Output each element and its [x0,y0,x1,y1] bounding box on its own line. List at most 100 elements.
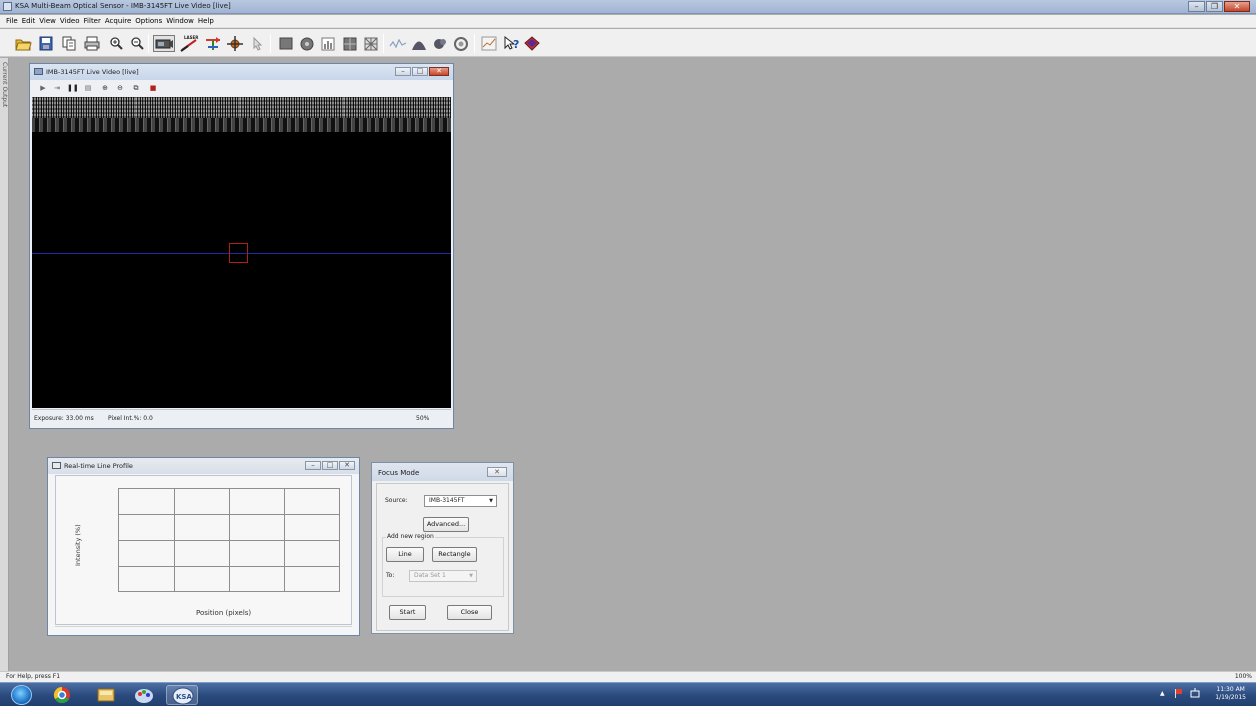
source-label: Source: [385,497,408,504]
paint-taskbar-button[interactable] [128,685,160,705]
chart-icon[interactable] [480,35,498,52]
chrome-taskbar-button[interactable] [46,685,78,705]
video-toolbar: ▶ ⇥ ❚❚ ▤ ⊕ ⊖ ⧉ ■ [30,80,453,96]
snapshot-icon[interactable]: ⧉ [131,83,141,93]
save-icon[interactable] [37,35,55,52]
menu-edit[interactable]: Edit [22,15,40,27]
close-button[interactable]: ✕ [429,67,449,76]
svg-text:KSA: KSA [176,693,192,701]
toolbar: LASER ? [0,29,1256,57]
grid-line [119,514,339,515]
menu-video[interactable]: Video [60,15,84,27]
focus-mode-body: Source: IMB-3145FT ▼ Advanced... Add new… [376,483,509,631]
source-select[interactable]: IMB-3145FT ▼ [424,495,497,507]
menu-view[interactable]: View [39,15,60,27]
zoom-out-icon[interactable] [128,35,146,52]
restore-icon: ❐ [1210,2,1219,11]
pause-icon[interactable]: ❚❚ [67,83,79,93]
book-icon[interactable] [523,35,541,52]
ksa-taskbar-button[interactable]: KSA [166,685,198,705]
menu-help[interactable]: Help [198,15,218,27]
circle-icon[interactable] [298,35,316,52]
profile-icon [52,462,61,469]
advanced-button[interactable]: Advanced... [423,517,469,532]
to-label: To: [386,572,395,579]
flag-icon[interactable] [1174,688,1184,698]
laser-label: LASER [184,35,199,40]
crosshair-icon[interactable] [226,35,244,52]
line-profile-status-bar [55,626,352,635]
menu-acquire[interactable]: Acquire [105,15,135,27]
laser-icon[interactable]: LASER [178,35,200,52]
waveform-icon[interactable] [389,35,407,52]
focus-mode-title: Focus Mode [378,469,420,477]
menu-options[interactable]: Options [135,15,166,27]
grid-line [119,540,339,541]
toolbar-separator [383,34,384,53]
record-icon[interactable]: ■ [148,83,158,93]
menu-window[interactable]: Window [166,15,198,27]
play-icon[interactable]: ▶ [38,83,48,93]
menu-file[interactable]: File [6,15,22,27]
zoom-readout: 50% [416,415,430,422]
roi-rectangle[interactable] [229,243,248,263]
start-button[interactable] [11,685,32,705]
video-strip [32,97,136,132]
system-tray: ▲ 11:30 AM 1/19/2015 [1146,683,1256,706]
menu-filter[interactable]: Filter [84,15,105,27]
side-tab-current-output[interactable]: Current Output [0,58,9,686]
tray-expand-icon[interactable]: ▲ [1160,690,1165,697]
grid-icon[interactable] [341,35,359,52]
video-strip [136,97,240,132]
maximize-icon: □ [416,67,424,75]
line-profile-title: Real-time Line Profile [64,462,133,470]
close-button[interactable]: ✕ [1224,1,1250,12]
focus-mode-title-bar[interactable]: Focus Mode ✕ [372,463,513,481]
side-tab-label: Current Output [1,62,8,108]
system-clock[interactable]: 11:30 AM 1/19/2015 [1215,686,1246,702]
close-icon[interactable]: ✕ [487,467,507,477]
maximize-button[interactable]: ❐ [1206,1,1223,12]
transfer-icon[interactable] [204,35,222,52]
pattern-icon[interactable] [362,35,380,52]
histogram-icon[interactable] [319,35,337,52]
help-icon[interactable]: ? [502,35,520,52]
start-button[interactable]: Start [389,605,426,620]
network-icon[interactable] [1190,688,1200,698]
live-video-title-bar[interactable]: IMB-3145FT Live Video [live] – □ ✕ [30,64,453,80]
zoom-in-icon[interactable]: ⊕ [100,83,110,93]
pointer-icon[interactable] [248,35,266,52]
frame-icon[interactable]: ▤ [83,83,93,93]
rectangle-button[interactable]: Rectangle [432,547,477,562]
line-profile-title-bar[interactable]: Real-time Line Profile – □ ✕ [48,458,359,474]
explorer-taskbar-button[interactable] [90,685,122,705]
ring-icon[interactable] [452,35,470,52]
blob-icon[interactable] [431,35,449,52]
rectangle-icon[interactable] [277,35,295,52]
open-folder-icon[interactable] [14,35,32,52]
status-zoom: 100% [1234,673,1252,680]
to-select[interactable]: Data Set 1 ▼ [409,570,477,582]
zoom-out-icon[interactable]: ⊖ [115,83,125,93]
peak-icon[interactable] [410,35,428,52]
minimize-button[interactable]: – [395,67,411,76]
maximize-button[interactable]: □ [322,461,338,470]
camera-icon[interactable] [153,35,175,52]
zoom-in-icon[interactable] [107,35,125,52]
close-icon: ✕ [1233,2,1241,11]
copy-icon[interactable] [60,35,78,52]
step-icon[interactable]: ⇥ [52,83,62,93]
close-button[interactable]: ✕ [339,461,355,470]
video-display[interactable] [32,97,451,408]
window-controls: – ❐ ✕ [1187,1,1250,12]
minimize-button[interactable]: – [1188,1,1205,12]
menu-bar: File Edit View Video Filter Acquire Opti… [0,15,1256,28]
close-button[interactable]: Close [447,605,492,620]
maximize-button[interactable]: □ [412,67,428,76]
minimize-button[interactable]: – [305,461,321,470]
add-region-label: Add new region [386,533,435,540]
live-video-window: IMB-3145FT Live Video [live] – □ ✕ ▶ ⇥ ❚… [29,63,454,429]
line-button[interactable]: Line [386,547,424,562]
toolbar-separator [270,34,271,53]
print-icon[interactable] [83,35,101,52]
